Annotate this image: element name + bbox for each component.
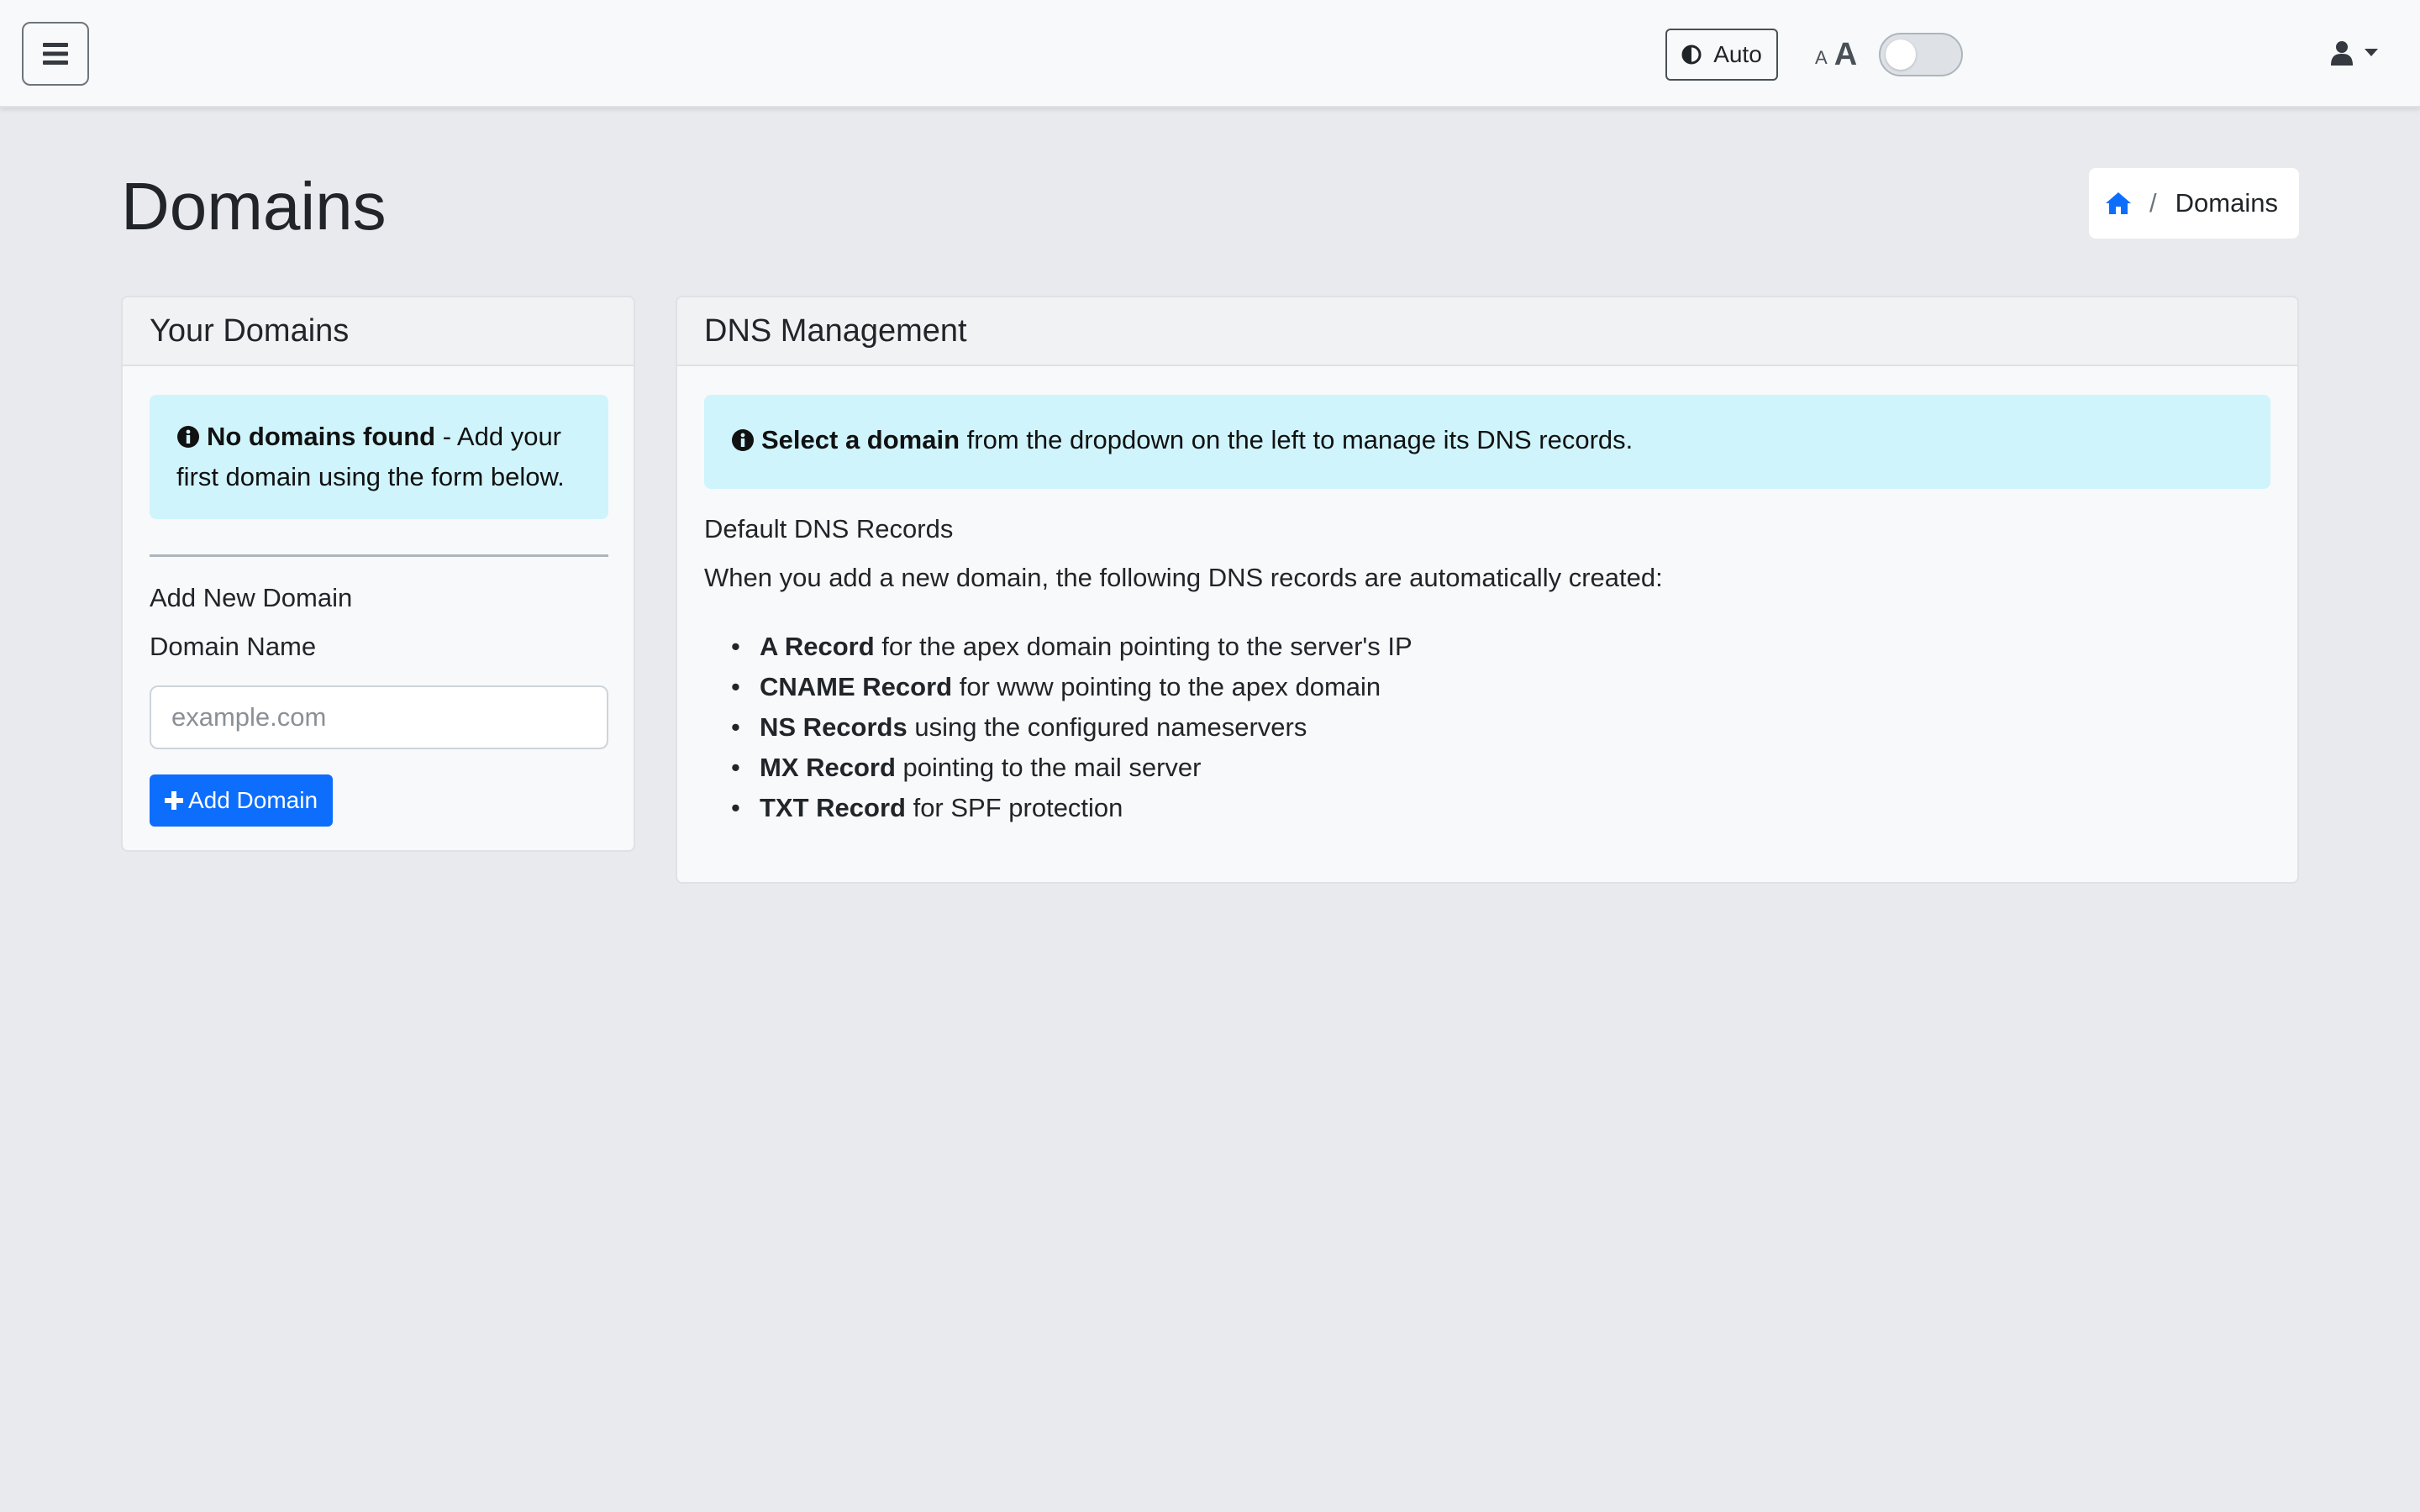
- record-name: TXT Record: [760, 793, 906, 822]
- breadcrumb: / Domains: [2089, 168, 2299, 239]
- font-small-icon: A: [1815, 47, 1828, 68]
- plus-icon: [164, 791, 183, 810]
- dns-records-list: A Record for the apex domain pointing to…: [731, 627, 1413, 828]
- default-dns-title: Default DNS Records: [704, 514, 954, 543]
- font-size-toggle[interactable]: [1879, 33, 1964, 76]
- alert-text: from the dropdown on the left to manage …: [960, 425, 1634, 454]
- add-domain-button[interactable]: Add Domain: [150, 774, 333, 827]
- your-domains-header: Your Domains: [123, 297, 634, 366]
- font-size-control: A A: [1815, 30, 1964, 79]
- info-circle-icon: [177, 426, 199, 448]
- your-domains-card: Your Domains No domains found - Add your…: [121, 296, 635, 852]
- record-desc: for SPF protection: [905, 793, 1123, 822]
- record-name: NS Records: [760, 712, 908, 742]
- hamburger-icon: [43, 43, 68, 65]
- theme-label: Auto: [1713, 41, 1762, 67]
- record-name: CNAME Record: [760, 672, 953, 701]
- toggle-knob: [1886, 39, 1917, 70]
- page-title: Domains: [121, 169, 387, 244]
- list-item: A Record for the apex domain pointing to…: [731, 627, 1413, 667]
- breadcrumb-separator: /: [2149, 188, 2157, 218]
- half-circle-contrast-icon: [1681, 45, 1702, 65]
- alert-strong-text: No domains found: [207, 422, 436, 451]
- domain-name-input[interactable]: [150, 685, 608, 749]
- list-item: MX Record pointing to the mail server: [731, 748, 1413, 788]
- record-desc: pointing to the mail server: [895, 753, 1202, 782]
- info-circle-icon: [732, 429, 754, 451]
- dns-management-card: DNS Management Select a domain from the …: [676, 296, 2299, 884]
- record-desc: using the configured nameservers: [907, 712, 1307, 742]
- top-navbar: Auto A A: [0, 0, 2420, 108]
- breadcrumb-current: Domains: [2175, 188, 2278, 218]
- record-name: A Record: [760, 632, 875, 661]
- theme-switch-button[interactable]: Auto: [1665, 29, 1778, 81]
- divider: [150, 554, 608, 557]
- record-name: MX Record: [760, 753, 896, 782]
- list-item: NS Records using the configured nameserv…: [731, 707, 1413, 748]
- dns-intro-text: When you add a new domain, the following…: [704, 563, 1663, 592]
- record-desc: for the apex domain pointing to the serv…: [874, 632, 1413, 661]
- chevron-down-icon: [2365, 49, 2378, 56]
- add-domain-label: Add Domain: [187, 787, 318, 813]
- user-menu-dropdown[interactable]: [2331, 32, 2378, 74]
- domain-name-label: Domain Name: [150, 632, 317, 661]
- list-item: TXT Record for SPF protection: [731, 788, 1413, 828]
- sidebar-toggle-button[interactable]: [22, 22, 89, 86]
- no-domains-alert: No domains found - Add your first domain…: [150, 395, 608, 519]
- home-icon[interactable]: [2106, 192, 2131, 214]
- list-item: CNAME Record for www pointing to the ape…: [731, 667, 1413, 707]
- alert-strong-text: Select a domain: [761, 425, 960, 454]
- user-icon: [2331, 41, 2353, 66]
- record-desc: for www pointing to the apex domain: [952, 672, 1381, 701]
- add-domain-title: Add New Domain: [150, 583, 353, 612]
- font-large-icon: A: [1833, 36, 1858, 72]
- select-domain-alert: Select a domain from the dropdown on the…: [704, 395, 2270, 489]
- dns-management-header: DNS Management: [677, 297, 2297, 366]
